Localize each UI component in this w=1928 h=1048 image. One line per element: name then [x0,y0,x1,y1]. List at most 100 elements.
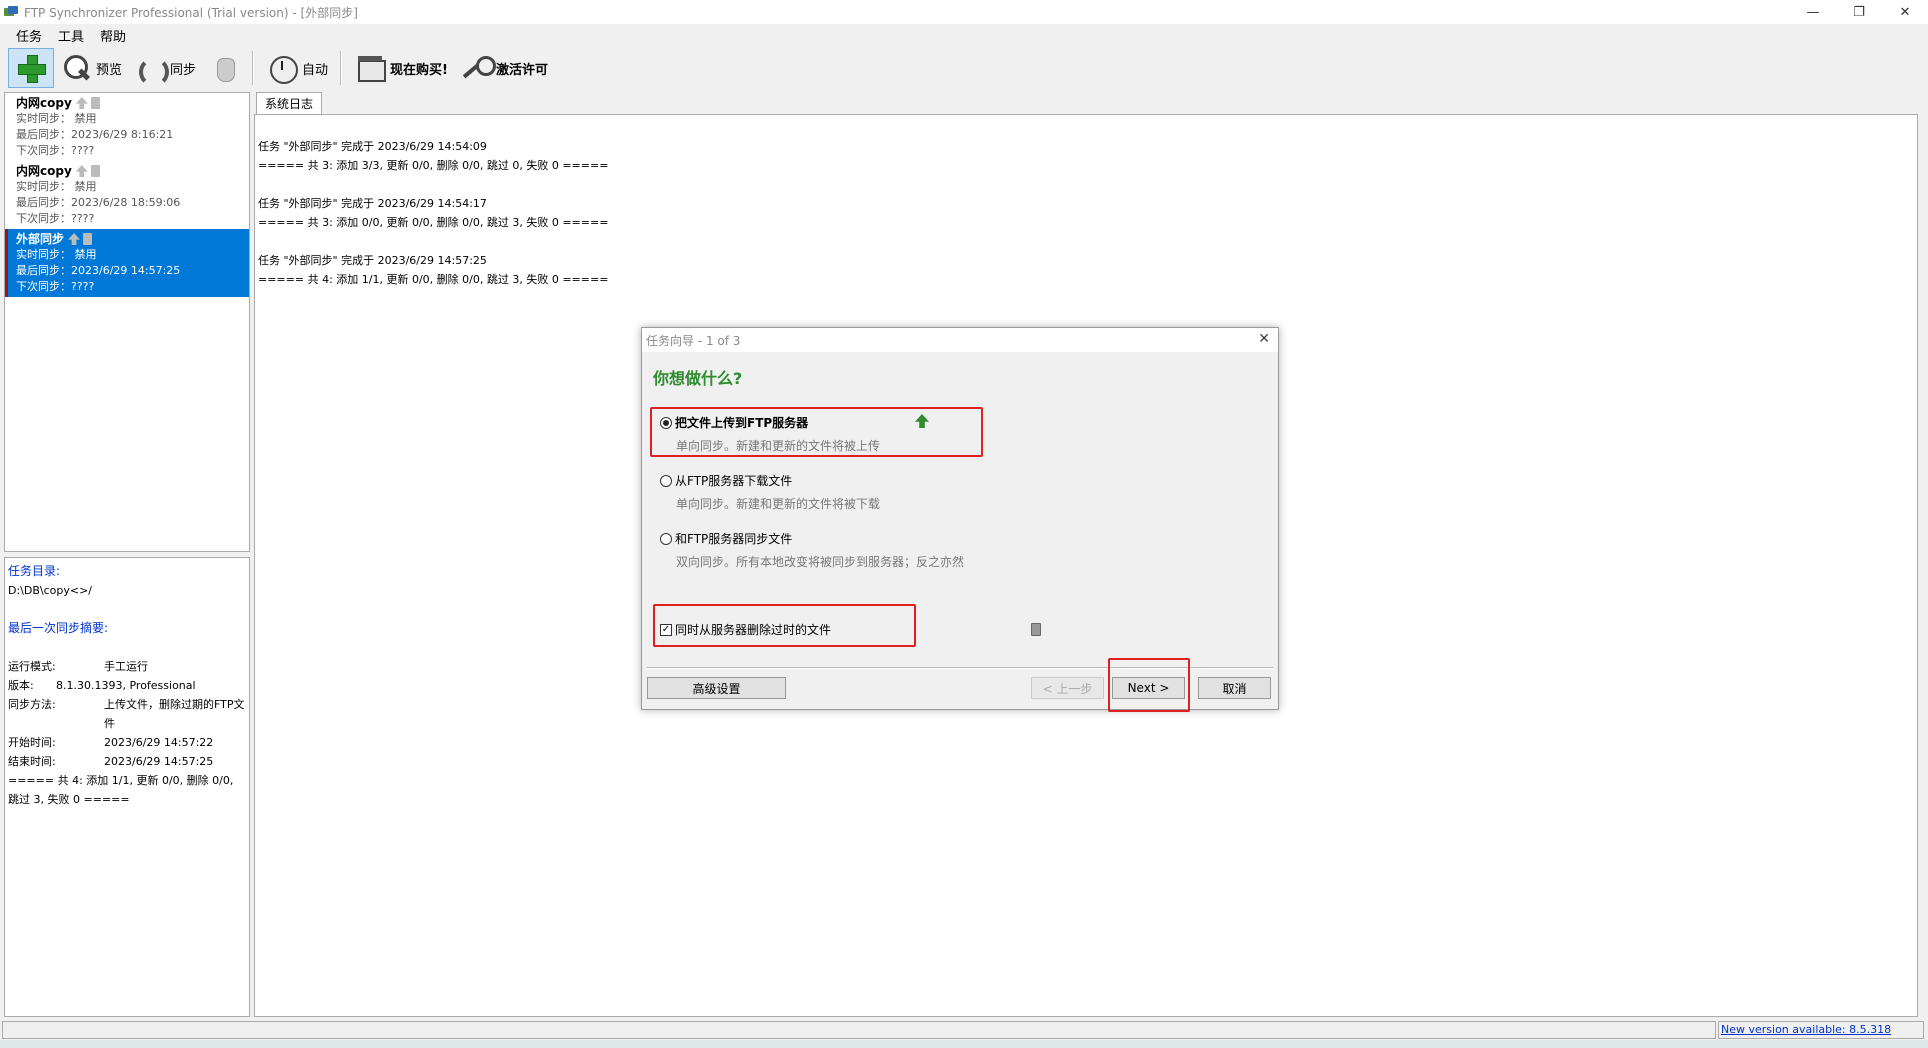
info-value: 手工运行 [104,660,148,673]
log-line: 任务 "外部同步" 完成于 2023/6/29 14:57:25 [258,254,487,267]
info-key: 运行模式: [8,660,56,673]
option-sync-desc: 双向同步。所有本地改变将被同步到服务器；反之亦然 [676,555,965,569]
hand-icon [208,52,240,84]
trash-icon [90,165,100,177]
task-name: 内网copy [16,96,72,110]
upload-icon [68,233,81,245]
task-last-sync: 最后同步：2023/6/29 14:57:25 [16,264,181,277]
stop-button[interactable] [202,48,246,88]
trash-icon [1031,623,1041,636]
upload-icon [75,165,88,177]
info-key: 同步方法: [8,698,56,711]
log-line: 任务 "外部同步" 完成于 2023/6/29 14:54:17 [258,197,487,210]
dialog-title: 任务向导 - 1 of 3 [646,333,741,348]
restore-button[interactable]: ❐ [1836,0,1882,24]
info-value: 2023/6/29 14:57:22 [104,736,214,749]
buy-now-button[interactable]: 现在购买! [348,48,454,88]
info-key: 结束时间: [8,755,56,768]
info-value: 2023/6/29 14:57:25 [104,755,214,768]
menu-task[interactable]: 任务 [8,26,50,45]
activate-license-button[interactable]: 激活许可 [454,48,554,88]
status-panel [2,1021,1716,1039]
option-sync[interactable]: 和FTP服务器同步文件 双向同步。所有本地改变将被同步到服务器；反之亦然 [660,530,964,570]
advanced-settings-button[interactable]: 高级设置 [647,677,786,699]
option-download-desc: 单向同步。新建和更新的文件将被下载 [676,497,881,511]
toolbar-separator [340,51,343,85]
cart-icon [354,52,387,84]
log-entry: 任务 "外部同步" 完成于 2023/6/29 14:54:17 ===== 共… [258,194,1914,232]
minimize-button[interactable]: — [1790,0,1836,24]
log-entry: 任务 "外部同步" 完成于 2023/6/29 14:57:25 ===== 共… [258,251,1914,289]
info-row: 开始时间: 2023/6/29 14:57:22 [8,733,246,752]
toolbar-separator [252,51,255,85]
log-line: 任务 "外部同步" 完成于 2023/6/29 14:54:09 [258,140,487,153]
task-realtime: 实时同步： 禁用 [16,248,97,261]
info-row: 版本: 8.1.30.1393, Professional [8,676,246,695]
task-name-row: 外部同步 [16,231,243,247]
log-line: ===== 共 3: 添加 0/0, 更新 0/0, 删除 0/0, 跳过 3,… [258,216,609,229]
task-item[interactable]: 内网copy 实时同步： 禁用 最后同步：2023/6/28 18:59:06 … [5,161,249,229]
info-key: 开始时间: [8,736,56,749]
task-realtime: 实时同步： 禁用 [16,180,97,193]
log-line: ===== 共 4: 添加 1/1, 更新 0/0, 删除 0/0, 跳过 3,… [258,273,609,286]
highlight-box [650,407,983,457]
task-name: 外部同步 [16,232,65,246]
task-next-sync: 下次同步：???? [16,144,95,157]
task-next-sync: 下次同步：???? [16,280,95,293]
window-title: FTP Synchronizer Professional (Trial ver… [24,5,358,20]
task-last-sync: 最后同步：2023/6/29 8:16:21 [16,128,174,141]
trash-icon [83,233,93,245]
highlight-box [653,604,916,647]
close-button[interactable]: ✕ [1882,0,1928,24]
cancel-button[interactable]: 取消 [1198,677,1271,699]
new-task-button[interactable] [8,48,54,88]
radio-download[interactable] [660,474,672,487]
toolbar: 预览 同步 自动 现在购买! 激活许可 [0,46,1928,90]
highlight-box [1108,658,1190,712]
menu-tools[interactable]: 工具 [50,26,92,45]
dialog-close-button[interactable]: ✕ [1258,331,1270,347]
menu-bar: 任务 工具 帮助 [0,24,1928,46]
radio-sync[interactable] [660,532,672,545]
option-sync-label: 和FTP服务器同步文件 [675,532,793,546]
activate-label: 激活许可 [495,62,548,78]
info-key: 版本: [8,679,34,692]
task-name-row: 内网copy [16,95,243,111]
new-version-link[interactable]: New version available: 8.5.318 [1718,1021,1924,1039]
sync-label: 同步 [170,62,197,78]
task-name-row: 内网copy [16,163,243,179]
task-last-sync: 最后同步：2023/6/28 18:59:06 [16,196,181,209]
info-row: 运行模式: 手工运行 [8,657,246,676]
auto-label: 自动 [302,62,329,78]
sync-button[interactable]: 同步 [128,48,202,88]
task-item[interactable]: 内网copy 实时同步： 禁用 最后同步：2023/6/29 8:16:21 下… [5,93,249,161]
preview-button[interactable]: 预览 [54,48,128,88]
info-row: 同步方法: 上传文件，删除过期的FTP文件 [8,695,246,733]
info-value: 上传文件，删除过期的FTP文件 [104,698,245,730]
task-item-selected[interactable]: 外部同步 实时同步： 禁用 最后同步：2023/6/29 14:57:25 下次… [5,229,249,297]
trash-icon [90,97,100,109]
preview-label: 预览 [96,62,123,78]
auto-button[interactable]: 自动 [260,48,334,88]
info-row: 结束时间: 2023/6/29 14:57:25 [8,752,246,771]
option-download-label: 从FTP服务器下载文件 [675,474,793,488]
task-next-sync: 下次同步：???? [16,212,95,225]
option-download[interactable]: 从FTP服务器下载文件 单向同步。新建和更新的文件将被下载 [660,472,880,512]
log-line: ===== 共 3: 添加 3/3, 更新 0/0, 删除 0/0, 跳过 0,… [258,159,609,172]
summary-result: ===== 共 4: 添加 1/1, 更新 0/0, 删除 0/0, 跳过 3,… [8,774,234,806]
back-button[interactable]: < 上一步 [1031,677,1104,699]
menu-help[interactable]: 帮助 [92,26,134,45]
task-list: 内网copy 实时同步： 禁用 最后同步：2023/6/29 8:16:21 下… [4,92,250,552]
task-dir-value: D:\DB\copy<>/ [8,584,93,597]
tab-system-log[interactable]: 系统日志 [256,92,323,114]
log-entry: 任务 "外部同步" 完成于 2023/6/29 14:54:09 ===== 共… [258,137,1914,175]
dialog-title-bar: 任务向导 - 1 of 3 ✕ [642,328,1278,352]
buy-label: 现在购买! [390,62,448,78]
upload-icon [75,97,88,109]
sync-icon [134,52,170,87]
task-dir-header: 任务目录: [8,564,61,578]
magnifier-icon [60,52,92,84]
plus-icon [15,52,47,84]
clock-icon [266,52,299,84]
option-line: 从FTP服务器下载文件 [660,472,880,489]
